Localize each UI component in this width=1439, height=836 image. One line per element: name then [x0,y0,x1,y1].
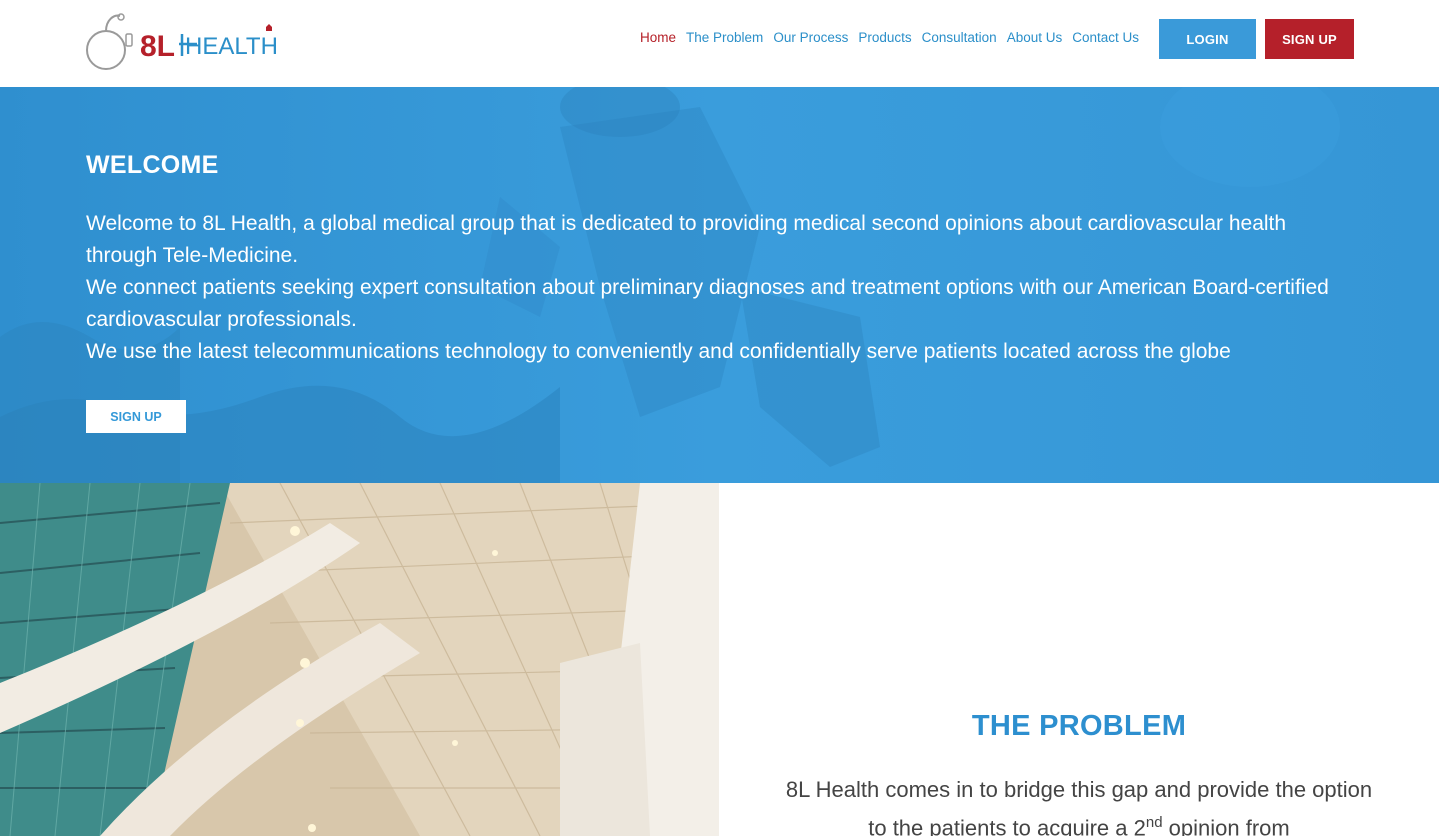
welcome-heading: WELCOME [86,151,219,179]
login-button[interactable]: LOGIN [1159,19,1256,59]
problem-section: THE PROBLEM 8L Health comes in to bridge… [719,483,1439,836]
nav-about-us[interactable]: About Us [1002,30,1068,46]
problem-heading: THE PROBLEM [971,710,1187,742]
svg-text:HEALTH: HEALTH [185,33,276,60]
building-interior-image [0,483,719,836]
problem-text: 8L Health comes in to bridge this gap an… [779,773,1379,836]
logo[interactable]: 8L HEALTH [84,10,276,72]
welcome-paragraph: We use the latest telecommunications tec… [86,340,1231,363]
svg-text:8L: 8L [140,30,175,63]
site-header: 8L HEALTH Home The Problem Our Process P… [0,0,1439,87]
welcome-paragraph: Welcome to 8L Health, a global medical g… [86,212,1287,267]
problem-text-superscript: nd [1145,814,1163,831]
welcome-paragraph: We connect patients seeking expert consu… [86,276,1329,331]
stethoscope-logo-icon: 8L HEALTH [86,13,276,70]
problem-text-part: opinion from [1162,815,1290,836]
nav-contact-us[interactable]: Contact Us [1067,30,1144,46]
signup-button[interactable]: SIGN UP [1265,19,1354,59]
building-interior-photo-icon [0,483,719,836]
nav-the-problem[interactable]: The Problem [681,30,768,46]
hero-signup-button[interactable]: SIGN UP [86,400,186,433]
welcome-hero: WELCOME Welcome to 8L Health, a global m… [0,87,1439,483]
nav-home[interactable]: Home [635,30,681,46]
nav-our-process[interactable]: Our Process [768,30,853,46]
main-nav: Home The Problem Our Process Products Co… [635,30,1144,46]
nav-products[interactable]: Products [853,30,916,46]
nav-consultation[interactable]: Consultation [917,30,1002,46]
welcome-text: Welcome to 8L Health, a global medical g… [86,208,1356,368]
